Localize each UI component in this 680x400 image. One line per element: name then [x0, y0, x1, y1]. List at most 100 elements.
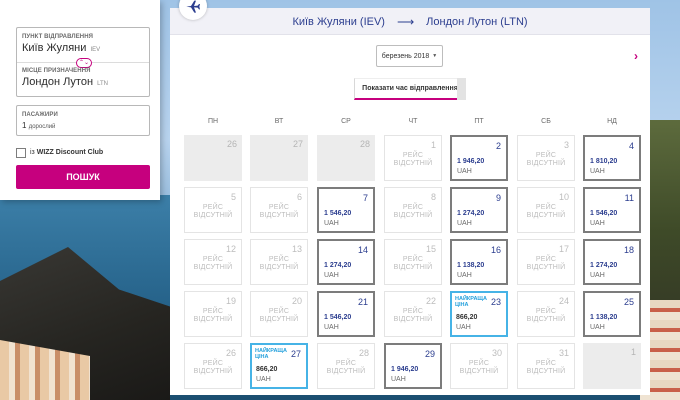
no-flight-label: РЕЙС ВІДСУТНІЙ — [526, 360, 566, 375]
next-month-icon[interactable]: › — [634, 49, 638, 63]
no-flight-label: РЕЙС ВІДСУТНІЙ — [393, 204, 433, 219]
search-button[interactable]: ПОШУК — [16, 165, 150, 189]
day-number: 8 — [430, 192, 436, 202]
discount-club-label: із WIZZ Discount Club — [30, 149, 103, 156]
from-code: IEV — [90, 47, 101, 53]
day-number: 26 — [226, 139, 237, 149]
route-origin: Київ Жуляни (IEV) — [292, 15, 385, 28]
day-number: 13 — [291, 244, 302, 254]
calendar-day-none: 19 РЕЙС ВІДСУТНІЙ — [184, 291, 242, 337]
calendar-day-none: 28 РЕЙС ВІДСУТНІЙ — [317, 343, 375, 389]
passengers-count: 1 — [22, 121, 27, 130]
calendar-day-none: 10 РЕЙС ВІДСУТНІЙ — [517, 187, 575, 233]
day-number: 27 — [292, 139, 303, 149]
calendar-day-flight[interactable]: 9 1 274,20 UAH — [450, 187, 508, 233]
day-number: 1 — [430, 140, 436, 150]
no-flight-label: РЕЙС ВІДСУТНІЙ — [393, 152, 433, 167]
club-prefix: із — [30, 149, 35, 156]
day-currency: UAH — [590, 324, 605, 331]
calendar-day-best[interactable]: 23 НАЙКРАЩА ЦІНА 866,20 UAH — [450, 291, 508, 337]
calendar-day-flight[interactable]: 25 1 138,20 UAH — [583, 291, 641, 337]
month-select[interactable]: березень 2018 ▼ — [376, 45, 443, 67]
calendar-day-flight[interactable]: 21 1 546,20 UAH — [317, 291, 375, 337]
day-number: 10 — [558, 192, 569, 202]
day-currency: UAH — [457, 272, 472, 279]
day-number: 24 — [558, 296, 569, 306]
calendar-day-flight[interactable]: 16 1 138,20 UAH — [450, 239, 508, 285]
day-currency: UAH — [590, 220, 605, 227]
day-number: 3 — [563, 140, 569, 150]
passengers-field[interactable]: ПАСАЖИРИ 1 дорослий — [16, 105, 150, 136]
calendar-day-none: 6 РЕЙС ВІДСУТНІЙ — [250, 187, 308, 233]
no-flight-label: РЕЙС ВІДСУТНІЙ — [526, 204, 566, 219]
calendar-day-flight[interactable]: 2 1 946,20 UAH — [450, 135, 508, 181]
best-price-badge: НАЙКРАЩА ЦІНА — [455, 296, 487, 308]
day-number: 1 — [630, 347, 636, 357]
show-times-button[interactable]: Показати час відправлення — [354, 78, 466, 100]
calendar-day-flight[interactable]: 14 1 274,20 UAH — [317, 239, 375, 285]
day-price: 1 946,20 — [457, 158, 485, 165]
calendar-day-best[interactable]: 27 НАЙКРАЩА ЦІНА 866,20 UAH — [250, 343, 308, 389]
to-code: LTN — [97, 81, 108, 87]
no-flight-label: РЕЙС ВІДСУТНІЙ — [393, 308, 433, 323]
day-number: 17 — [558, 244, 569, 254]
day-number: 9 — [495, 193, 501, 203]
from-value: Київ Жуляни — [22, 42, 87, 54]
weekday-header: ПТ — [474, 118, 484, 125]
day-number: 28 — [358, 348, 369, 358]
month-value: березень 2018 — [381, 52, 430, 60]
day-currency: UAH — [324, 272, 339, 279]
best-price-badge: НАЙКРАЩА ЦІНА — [255, 348, 287, 360]
calendar-day-flight[interactable]: 7 1 546,20 UAH — [317, 187, 375, 233]
to-value: Лондон Лутон — [22, 76, 94, 88]
route-fields: ПУНКТ ВІДПРАВЛЕННЯ Київ Жуляни IEV ⌃⌄ МІ… — [16, 27, 150, 97]
no-flight-label: РЕЙС ВІДСУТНІЙ — [526, 152, 566, 167]
day-number: 11 — [624, 193, 634, 203]
calendar-day-past: 1 — [583, 343, 641, 389]
day-price: 1 546,20 — [324, 210, 352, 217]
day-number: 7 — [362, 193, 368, 203]
day-number: 16 — [490, 245, 501, 255]
no-flight-label: РЕЙС ВІДСУТНІЙ — [526, 308, 566, 323]
day-price: 1 274,20 — [324, 262, 352, 269]
day-number: 31 — [558, 348, 569, 358]
calendar-day-flight[interactable]: 11 1 546,20 UAH — [583, 187, 641, 233]
day-number: 28 — [359, 139, 370, 149]
discount-club-checkbox[interactable] — [16, 147, 26, 158]
calendar-day-flight[interactable]: 4 1 810,20 UAH — [583, 135, 641, 181]
no-flight-label: РЕЙС ВІДСУТНІЙ — [326, 360, 366, 375]
calendar-day-flight[interactable]: 29 1 946,20 UAH — [384, 343, 442, 389]
to-field[interactable]: Лондон Лутон LTN — [22, 76, 108, 88]
no-flight-label: РЕЙС ВІДСУТНІЙ — [526, 256, 566, 271]
passengers-unit: дорослий — [28, 124, 56, 130]
day-number: 25 — [623, 297, 634, 307]
calendar-day-none: 20 РЕЙС ВІДСУТНІЙ — [250, 291, 308, 337]
day-currency: UAH — [456, 324, 471, 331]
day-price: 1 274,20 — [590, 262, 618, 269]
day-number: 20 — [291, 296, 302, 306]
weekday-header: ВТ — [274, 118, 284, 125]
day-price: 1 138,20 — [457, 262, 485, 269]
day-currency: UAH — [457, 220, 472, 227]
calendar-day-flight[interactable]: 18 1 274,20 UAH — [583, 239, 641, 285]
no-flight-label: РЕЙС ВІДСУТНІЙ — [193, 256, 233, 271]
day-currency: UAH — [457, 168, 472, 175]
day-currency: UAH — [590, 272, 605, 279]
show-times-toggle[interactable] — [457, 78, 466, 100]
no-flight-label: РЕЙС ВІДСУТНІЙ — [459, 360, 499, 375]
calendar-day-none: 17 РЕЙС ВІДСУТНІЙ — [517, 239, 575, 285]
no-flight-label: РЕЙС ВІДСУТНІЙ — [193, 308, 233, 323]
day-number: 12 — [225, 244, 236, 254]
route-arrow-icon: ⟶ — [396, 14, 415, 29]
no-flight-label: РЕЙС ВІДСУТНІЙ — [259, 204, 299, 219]
from-field[interactable]: Київ Жуляни IEV — [22, 42, 100, 54]
calendar-day-past: 27 — [250, 135, 308, 181]
day-number: 4 — [628, 141, 634, 151]
no-flight-label: РЕЙС ВІДСУТНІЙ — [259, 256, 299, 271]
swap-icon[interactable]: ⌃⌄ — [76, 58, 92, 68]
calendar-day-none: 30 РЕЙС ВІДСУТНІЙ — [450, 343, 508, 389]
day-price: 1 810,20 — [590, 158, 618, 165]
day-number: 2 — [495, 141, 501, 151]
day-number: 29 — [424, 349, 435, 359]
calendar-day-none: 31 РЕЙС ВІДСУТНІЙ — [517, 343, 575, 389]
